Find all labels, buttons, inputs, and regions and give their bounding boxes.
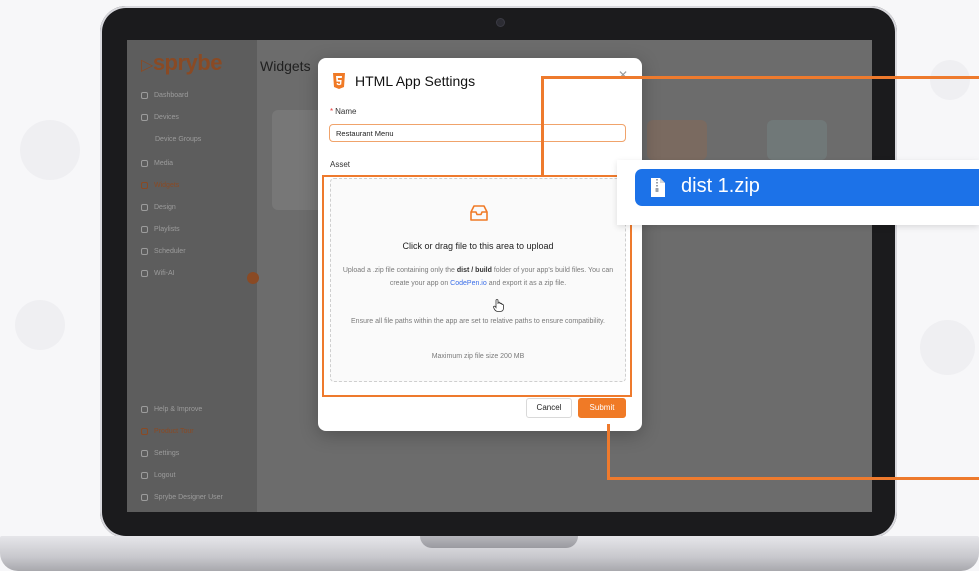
logout-icon	[141, 472, 148, 479]
playlists-icon	[141, 226, 148, 233]
media-icon	[141, 160, 148, 167]
brand-logo: ▷sprybe	[141, 50, 222, 75]
sidebar-item-help[interactable]: Help & Improve	[141, 406, 202, 413]
name-label: * Name	[330, 107, 357, 116]
sidebar-user[interactable]: Sprybe Designer User	[141, 494, 223, 501]
dragged-file-card: dist 1.zip	[617, 160, 979, 225]
widgets-icon	[141, 182, 148, 189]
design-icon	[141, 204, 148, 211]
dropzone-highlight	[322, 175, 632, 397]
sidebar-item-playlists[interactable]: Playlists	[141, 226, 180, 233]
devices-icon	[141, 114, 148, 121]
asset-label: Asset	[330, 160, 351, 169]
name-input[interactable]	[329, 124, 626, 142]
background-dot	[15, 300, 65, 350]
sidebar-item-devices[interactable]: Devices	[141, 114, 179, 121]
cancel-button[interactable]: Cancel	[526, 398, 572, 418]
callout-line	[541, 78, 544, 177]
background-dot	[920, 320, 975, 375]
help-icon	[141, 406, 148, 413]
sidebar-item-product-tour[interactable]: Product Tour	[141, 428, 194, 435]
wifi-icon	[141, 270, 148, 277]
callout-line	[607, 477, 979, 480]
sidebar-item-scheduler[interactable]: Scheduler	[141, 248, 186, 255]
sidebar-item-dashboard[interactable]: Dashboard	[141, 92, 188, 99]
background-dot	[930, 60, 970, 100]
tour-icon	[141, 428, 148, 435]
sidebar-item-settings[interactable]: Settings	[141, 450, 179, 457]
sidebar-item-widgets[interactable]: Widgets	[141, 182, 179, 189]
modal-title: HTML App Settings	[355, 73, 476, 89]
scheduler-icon	[141, 248, 148, 255]
dragged-file[interactable]: dist 1.zip	[635, 169, 979, 206]
sidebar-item-device-groups[interactable]: Device Groups	[155, 136, 201, 143]
dragged-file-name: dist 1.zip	[681, 175, 760, 197]
laptop-notch	[420, 536, 578, 548]
callout-line	[607, 424, 610, 480]
settings-icon	[141, 450, 148, 457]
widget-card	[767, 120, 827, 160]
sidebar-item-media[interactable]: Media	[141, 160, 173, 167]
sidebar-collapse-button[interactable]	[247, 272, 259, 284]
sidebar-item-logout[interactable]: Logout	[141, 472, 175, 479]
sidebar: ▷sprybe Dashboard Devices Device Groups …	[127, 40, 257, 512]
background-dot	[20, 120, 80, 180]
camera-icon	[496, 18, 505, 27]
user-icon	[141, 494, 148, 501]
html5-icon	[333, 73, 345, 89]
callout-line	[541, 76, 979, 79]
sidebar-item-design[interactable]: Design	[141, 204, 176, 211]
dashboard-icon	[141, 92, 148, 99]
widget-card	[647, 120, 707, 160]
close-icon[interactable]: ✕	[618, 68, 628, 82]
sidebar-item-wifi-ai[interactable]: Wifi-AI	[141, 270, 175, 277]
submit-highlight	[576, 397, 626, 424]
page-title: Widgets	[260, 58, 311, 74]
zip-file-icon	[651, 178, 665, 197]
